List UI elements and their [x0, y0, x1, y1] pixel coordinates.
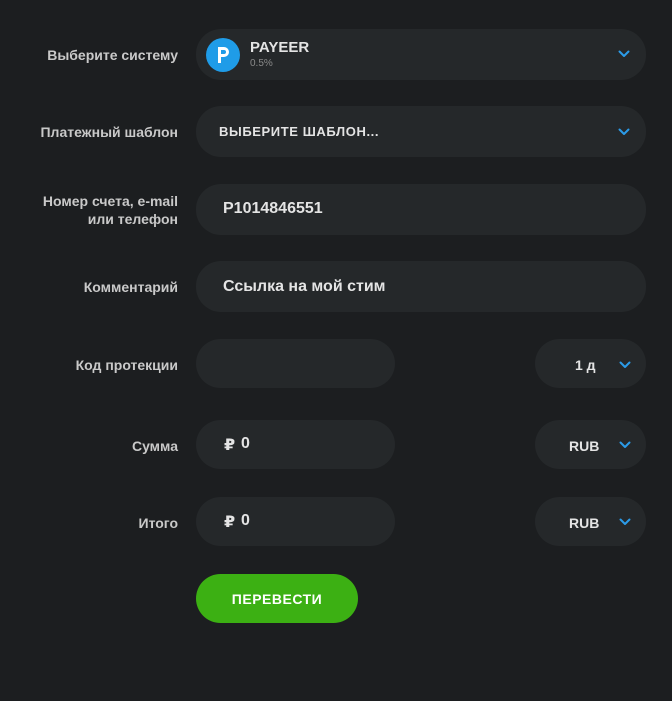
- account-label-line1: Номер счета, e-mail: [42, 193, 178, 209]
- protection-code-field[interactable]: [196, 339, 395, 388]
- chevron-down-icon[interactable]: [619, 441, 631, 449]
- total-currency-value: RUB: [569, 515, 600, 531]
- protection-label: Код протекции: [75, 357, 178, 373]
- chevron-down-icon[interactable]: [619, 518, 631, 526]
- payeer-logo-icon: [206, 38, 240, 72]
- chevron-down-icon[interactable]: [618, 128, 630, 136]
- template-value: ВЫБЕРИТЕ ШАБЛОН...: [219, 124, 380, 139]
- amount-currency-value: RUB: [569, 438, 600, 454]
- system-label: Выберите систему: [47, 47, 178, 63]
- protection-period-value: 1 д: [575, 357, 596, 373]
- total-label: Итого: [138, 515, 178, 531]
- comment-label: Комментарий: [83, 279, 178, 295]
- system-name: PAYEER: [250, 39, 310, 56]
- total-currency-symbol: ₽: [224, 514, 236, 531]
- account-label-line2: или телефон: [87, 211, 178, 227]
- amount-value: 0: [241, 435, 250, 452]
- transfer-button[interactable]: ПЕРЕВЕСТИ: [196, 574, 358, 623]
- system-fee: 0.5%: [250, 58, 273, 69]
- total-value: 0: [241, 512, 250, 529]
- template-label: Платежный шаблон: [40, 124, 178, 140]
- chevron-down-icon[interactable]: [619, 361, 631, 369]
- account-value: P1014846551: [223, 200, 323, 217]
- comment-value: Ссылка на мой стим: [223, 278, 386, 295]
- chevron-down-icon[interactable]: [618, 50, 630, 58]
- amount-currency-symbol: ₽: [224, 437, 236, 454]
- amount-label: Сумма: [131, 438, 178, 454]
